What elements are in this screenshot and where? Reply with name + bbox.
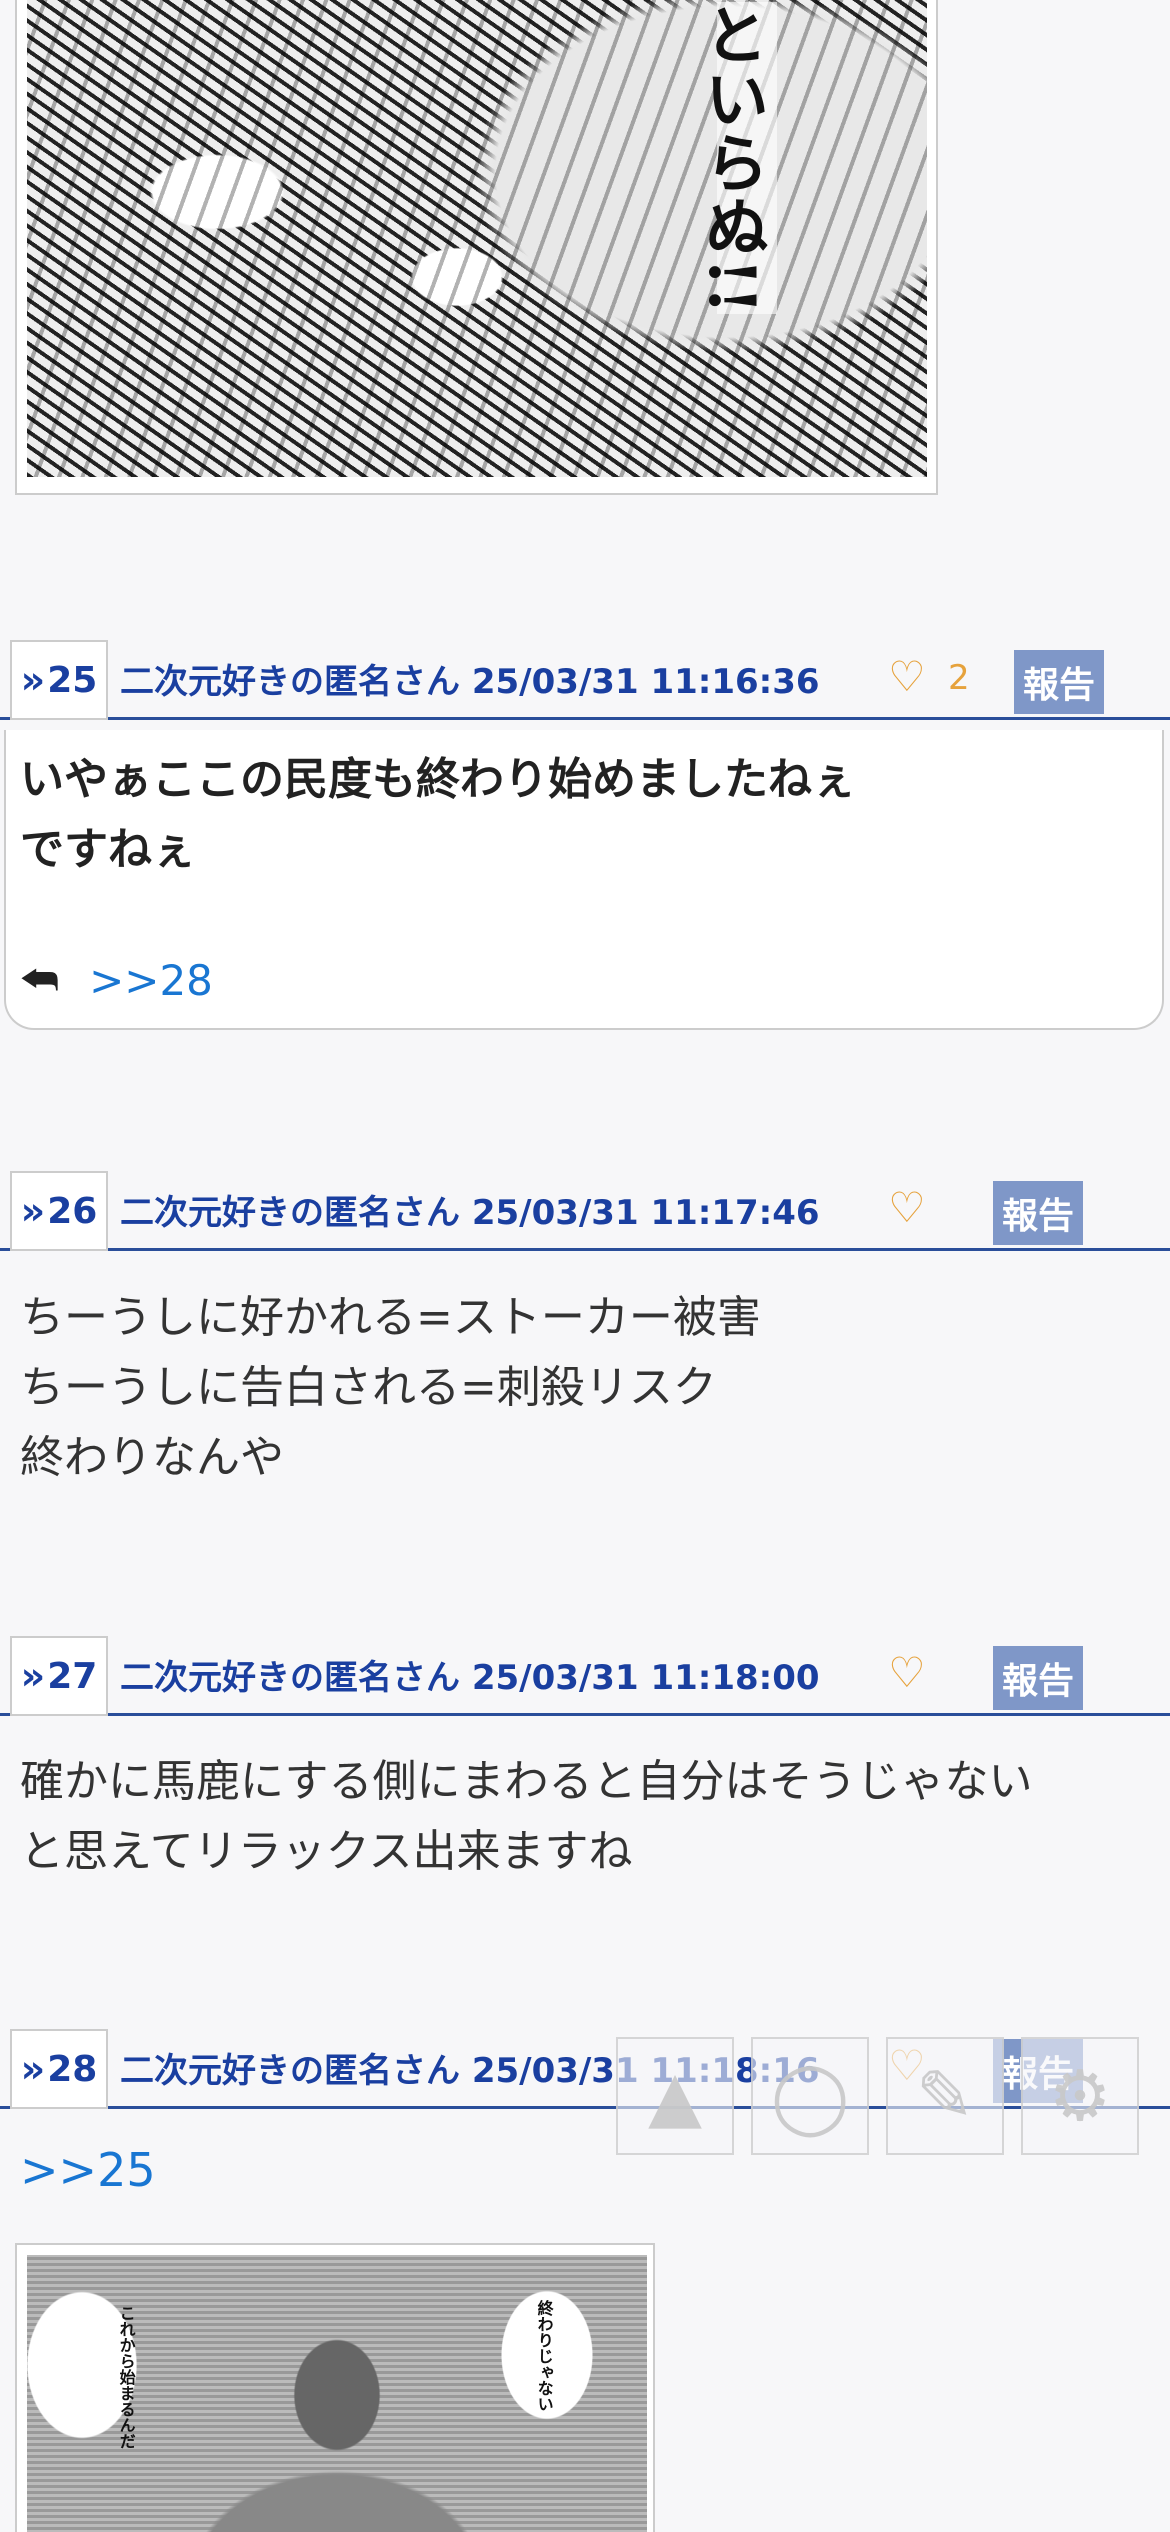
post-28-image[interactable]: これから始まるんだ 終わりじゃない bbox=[15, 2243, 655, 2532]
post-author-date: 二次元好きの匿名さん 25/03/31 11:16:36 bbox=[120, 662, 820, 702]
post-author-date: 二次元好きの匿名さん 25/03/31 11:17:46 bbox=[120, 1193, 820, 1233]
edit-icon: ✎ bbox=[915, 2055, 975, 2137]
manga-caption: といらぬ!! bbox=[694, 2, 777, 315]
post-27-body: 確かに馬鹿にする側にまわると自分はそうじゃない と思えてリラックス出来ますね bbox=[20, 1756, 1033, 1877]
post-author-date: 二次元好きの匿名さん 25/03/31 11:18:00 bbox=[120, 1658, 820, 1698]
circle-icon: ◯ bbox=[770, 2055, 850, 2137]
post-number: 27 bbox=[47, 1655, 98, 1697]
speech-bubble-right: 終わりじゃない bbox=[534, 2300, 554, 2412]
post-number-button[interactable]: » 27 bbox=[10, 1636, 108, 1716]
post-number-button[interactable]: » 26 bbox=[10, 1171, 108, 1251]
post-27-header: » 27 二次元好きの匿名さん 25/03/31 11:18:00 ♡ 報告 bbox=[0, 1630, 1170, 1716]
up-arrow-icon: ▲ bbox=[648, 2055, 702, 2137]
post-number: 26 bbox=[47, 1190, 98, 1232]
gear-icon: ⚙ bbox=[1048, 2055, 1112, 2137]
post-number-button[interactable]: » 25 bbox=[10, 640, 108, 720]
heart-icon[interactable]: ♡ bbox=[888, 1187, 926, 1229]
post-24-image[interactable]: といらぬ!! bbox=[15, 0, 938, 495]
write-button[interactable]: ✎ bbox=[886, 2037, 1004, 2155]
refresh-button[interactable]: ◯ bbox=[751, 2037, 869, 2155]
report-button[interactable]: 報告 bbox=[993, 1646, 1083, 1710]
post-26-header: » 26 二次元好きの匿名さん 25/03/31 11:17:46 ♡ 報告 bbox=[0, 1165, 1170, 1251]
double-chevron-icon: » bbox=[20, 658, 46, 702]
double-chevron-icon: » bbox=[20, 2047, 46, 2091]
double-chevron-icon: » bbox=[20, 1189, 46, 1233]
report-button[interactable]: 報告 bbox=[1014, 650, 1104, 714]
post-number: 28 bbox=[47, 2048, 98, 2090]
post-25-header: » 25 二次元好きの匿名さん 25/03/31 11:16:36 ♡ 2 報告 bbox=[0, 634, 1170, 720]
post-25-body: いやぁここの民度も終わり始めましたねぇ ですねぇ bbox=[20, 754, 856, 875]
heart-icon[interactable]: ♡ bbox=[888, 1652, 926, 1694]
post-26-body: ちーうしに好かれる=ストーカー被害 ちーうしに告白される=刺殺リスク 終わりなん… bbox=[20, 1292, 761, 1483]
reply-anchor-link[interactable]: >>28 bbox=[89, 956, 213, 1005]
double-chevron-icon: » bbox=[20, 1654, 46, 1698]
post-number-button[interactable]: » 28 bbox=[10, 2029, 108, 2109]
scroll-top-button[interactable]: ▲ bbox=[616, 2037, 734, 2155]
report-button[interactable]: 報告 bbox=[993, 1181, 1083, 1245]
reply-row: ⮪ >>28 bbox=[20, 955, 213, 1005]
like-count: 2 bbox=[948, 658, 970, 698]
heart-icon[interactable]: ♡ bbox=[888, 656, 926, 698]
reply-icon: ⮪ bbox=[20, 955, 60, 1004]
post-number: 25 bbox=[47, 659, 98, 701]
settings-button[interactable]: ⚙ bbox=[1021, 2037, 1139, 2155]
manga-panel bbox=[27, 0, 927, 477]
speech-bubble-left: これから始まるんだ bbox=[116, 2305, 136, 2449]
post-28-anchor-link[interactable]: >>25 bbox=[20, 2143, 156, 2197]
